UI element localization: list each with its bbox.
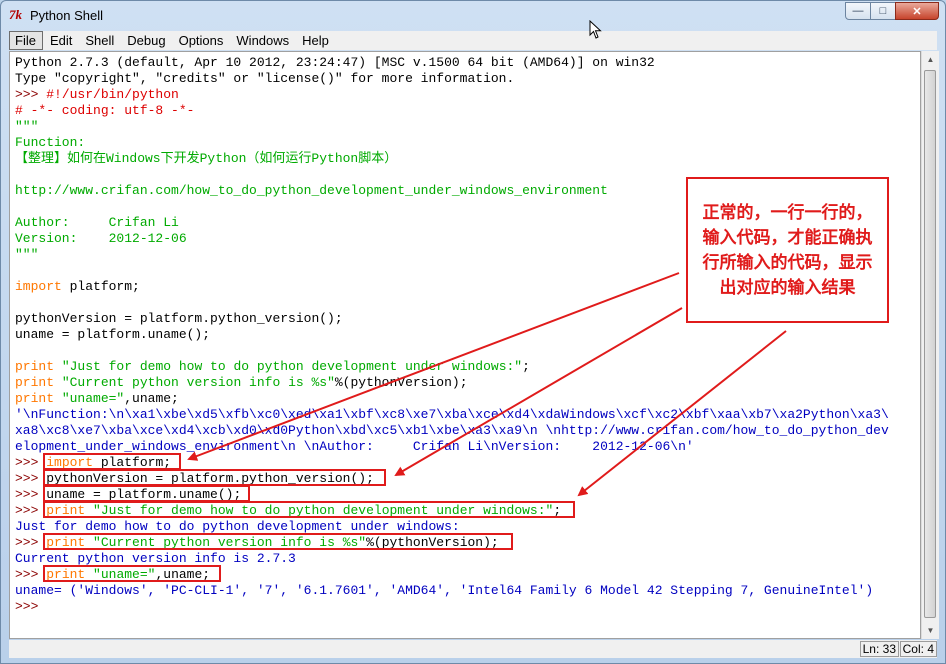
arrow-to-import: [187, 272, 680, 461]
mouse-cursor-icon: [589, 20, 602, 39]
python-shell-window: 7k Python Shell — □ ✕ File Edit Shell De…: [0, 0, 946, 664]
annotation-arrows: [187, 272, 787, 497]
arrow-to-python-version: [394, 307, 683, 477]
arrow-to-print-demo: [577, 330, 787, 497]
callout-line-2: 输入代码，才能正确执: [702, 228, 873, 248]
annotation-callout: 正常的，一行一行的， 输入代码，才能正确执 行所输入的代码，显示 出对应的输入结…: [686, 177, 889, 323]
callout-line-1: 正常的，一行一行的，: [702, 203, 873, 223]
callout-line-4: 出对应的输入结果: [719, 278, 856, 298]
callout-line-3: 行所输入的代码，显示: [702, 253, 873, 273]
